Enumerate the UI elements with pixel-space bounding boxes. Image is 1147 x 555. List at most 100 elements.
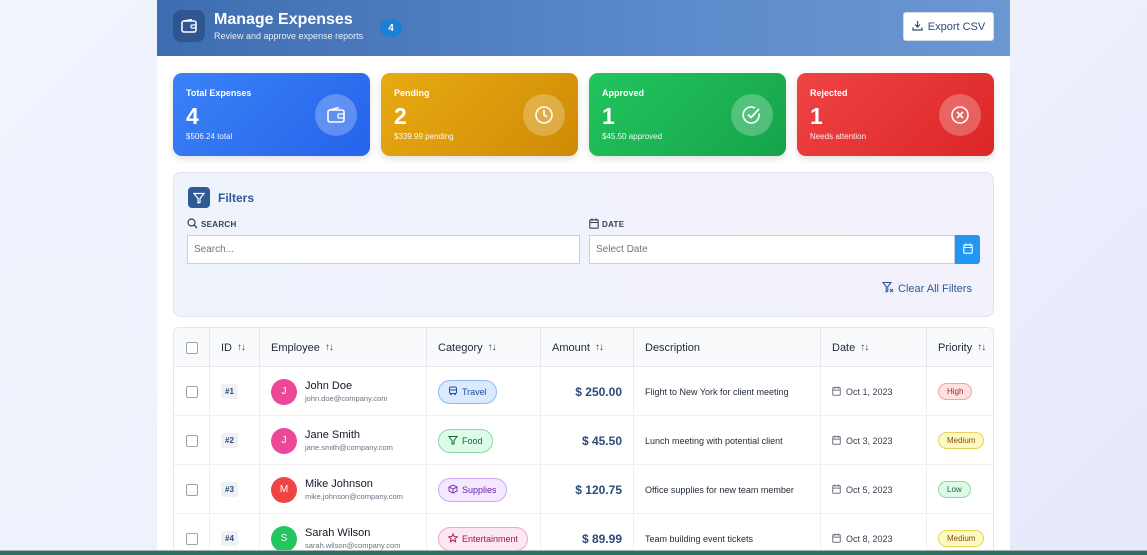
priority-badge: High [938,383,973,400]
employee-name: Jane Smith [305,429,361,441]
sort-icon: ↑↓ [324,342,334,353]
date-cell: Oct 8, 2023 [821,514,927,550]
header-employee[interactable]: Employee ↑↓ [260,328,427,367]
employee-email: jane.smith@company.com [305,443,393,452]
table-header: ID ↑↓ Employee ↑↓ Category ↑↓ Amount ↑↓ … [174,328,993,367]
priority-badge: Low [938,481,971,498]
bus-icon [448,386,458,398]
date-input[interactable] [589,235,955,264]
priority-cell: High [927,367,993,416]
category-cell: Food [427,416,541,465]
date-text: Oct 1, 2023 [846,386,893,397]
stat-card-approved: Approved 1 $45.50 approved [589,73,786,156]
sort-icon: ↑↓ [977,342,986,353]
stat-label: Rejected [810,88,848,98]
employee-cell: J Jane Smith jane.smith@company.com [260,416,427,465]
row-checkbox[interactable] [186,532,198,545]
employee-cell: J John Doe john.doe@company.com [260,367,427,416]
stat-value: 2 [394,103,407,129]
employee-name: John Doe [305,380,353,392]
employee-cell: S Sarah Wilson sarah.wilson@company.com [260,514,427,550]
export-csv-button[interactable]: Export CSV [903,12,994,41]
date-cell: Oct 5, 2023 [821,465,927,514]
category-badge: Food [438,428,493,453]
id-cell: #1 [210,367,260,416]
header-date[interactable]: Date ↑↓ [821,328,927,367]
row-checkbox[interactable] [186,385,198,398]
header-amount-label: Amount [552,341,590,354]
download-icon [912,20,923,34]
category-label: Entertainment [462,533,519,544]
date-cell: Oct 3, 2023 [821,416,927,465]
employee-cell: M Mike Johnson mike.johnson@company.com [260,465,427,514]
date-text: Oct 8, 2023 [846,533,893,544]
description-cell: Flight to New York for client meeting [634,367,821,416]
date-text: Oct 5, 2023 [846,484,893,495]
date-label: DATE [589,218,624,231]
stat-label: Approved [602,88,645,98]
calendar-icon [832,386,841,398]
priority-badge: Medium [938,432,985,449]
cup-icon [448,435,458,447]
category-badge: Supplies [438,477,507,502]
search-label: SEARCH [187,218,237,231]
bottom-strip [0,550,1147,555]
row-select-cell [174,416,210,465]
header-priority[interactable]: Priority ↑↓ [927,328,993,367]
wallet-icon [173,10,205,42]
id-badge: #1 [221,384,238,399]
calendar-icon [832,533,841,545]
category-cell: Supplies [427,465,541,514]
stat-sub: $45.50 approved [602,132,663,141]
table-row[interactable]: #4 S Sarah Wilson sarah.wilson@company.co… [174,514,993,550]
table-row[interactable]: #1 J John Doe john.doe@company.com Travel… [174,367,993,416]
star-icon [447,532,459,545]
header-id[interactable]: ID ↑↓ [210,328,260,367]
header-amount[interactable]: Amount ↑↓ [541,328,634,367]
header-category-label: Category [438,341,483,354]
date-text: Oct 3, 2023 [846,435,893,446]
select-all-checkbox[interactable] [186,341,198,354]
date-picker-button[interactable] [955,235,980,264]
employee-email: john.doe@company.com [305,394,388,403]
row-checkbox[interactable] [186,434,198,447]
calendar-icon [832,484,841,496]
wallet-icon [315,94,357,136]
description-cell: Team building event tickets [634,514,821,550]
table-row[interactable]: #3 M Mike Johnson mike.johnson@company.co… [174,465,993,514]
priority-badge: Medium [938,530,985,547]
id-cell: #3 [210,465,260,514]
category-cell: Travel [427,367,541,416]
stat-label: Pending [394,88,430,98]
amount-value: $ 250.00 [575,384,622,399]
id-cell: #4 [210,514,260,550]
avatar: S [271,525,297,550]
header-description: Description [634,328,821,367]
page-header: Manage Expenses Review and approve expen… [157,0,1010,56]
calendar-icon [962,241,973,259]
filter-clear-icon [881,281,894,296]
category-badge: Travel [438,379,497,404]
search-input[interactable] [187,235,580,264]
header-category[interactable]: Category ↑↓ [427,328,541,367]
avatar: J [271,427,297,454]
x-circle-icon [939,94,981,136]
category-label: Travel [462,386,487,397]
sort-icon: ↑↓ [860,342,869,353]
header-id-label: ID [221,341,232,354]
date-label-text: DATE [602,220,625,229]
id-badge: #4 [221,531,238,546]
description-cell: Lunch meeting with potential client [634,416,821,465]
priority-cell: Medium [927,416,993,465]
row-checkbox[interactable] [186,483,198,496]
header-select-all[interactable] [174,328,210,367]
table-row[interactable]: #2 J Jane Smith jane.smith@company.com Fo… [174,416,993,465]
clear-filters-button[interactable]: Clear All Filters [881,281,972,296]
priority-cell: Low [927,465,993,514]
stat-label: Total Expenses [186,88,252,98]
avatar: J [271,378,297,405]
amount-value: $ 45.50 [581,433,622,448]
stat-card-total: Total Expenses 4 $506.24 total [173,73,370,156]
amount-cell: $ 89.99 [541,514,634,550]
amount-cell: $ 45.50 [541,416,634,465]
